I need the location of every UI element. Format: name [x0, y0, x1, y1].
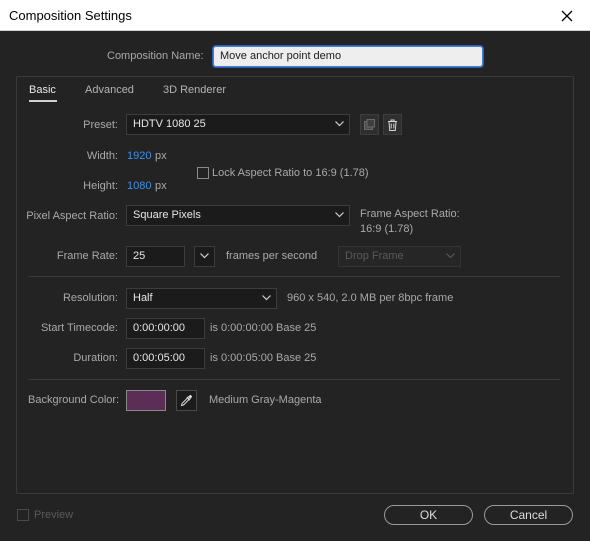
title-bar: Composition Settings — [0, 0, 590, 31]
duration-info: is 0:00:05:00 Base 25 — [210, 352, 317, 364]
preview-checkbox[interactable] — [17, 509, 29, 521]
duration-label: Duration: — [73, 352, 118, 364]
background-color-name: Medium Gray-Magenta — [209, 394, 322, 406]
preset-value: HDTV 1080 25 — [133, 118, 206, 130]
tab-advanced[interactable]: Advanced — [85, 84, 134, 96]
width-label: Width: — [86, 150, 118, 162]
pixel-aspect-value: Square Pixels — [133, 209, 201, 221]
chevron-down-icon — [200, 253, 209, 259]
height-value[interactable]: 1080 — [127, 180, 151, 192]
background-color-swatch[interactable] — [126, 390, 166, 411]
start-timecode-input[interactable]: 0:00:00:00 — [126, 318, 205, 339]
frame-aspect-value: 16:9 (1.78) — [360, 223, 414, 235]
resolution-dropdown[interactable]: Half — [126, 288, 277, 309]
chevron-down-icon — [262, 295, 271, 301]
frame-rate-unit: frames per second — [226, 250, 318, 262]
save-preset-icon — [364, 119, 375, 130]
window-title: Composition Settings — [9, 8, 132, 23]
background-color-label: Background Color: — [28, 394, 120, 406]
pixel-aspect-label: Pixel Aspect Ratio: — [26, 210, 118, 222]
section-divider — [28, 379, 560, 380]
trash-icon — [388, 119, 397, 131]
start-timecode-info: is 0:00:00:00 Base 25 — [210, 322, 317, 334]
start-timecode-label: Start Timecode: — [40, 322, 118, 334]
active-tab-indicator — [29, 100, 57, 102]
frame-rate-input[interactable]: 25 — [126, 246, 185, 267]
lock-aspect-label: Lock Aspect Ratio to 16:9 (1.78) — [212, 167, 369, 179]
chevron-down-icon — [335, 212, 344, 218]
section-divider — [28, 276, 560, 277]
duration-input[interactable]: 0:00:05:00 — [126, 348, 205, 369]
tab-basic[interactable]: Basic — [29, 84, 56, 96]
preset-dropdown[interactable]: HDTV 1080 25 — [126, 114, 350, 135]
height-unit: px — [155, 180, 167, 192]
frame-aspect-label: Frame Aspect Ratio: — [360, 208, 460, 220]
settings-panel — [16, 76, 574, 494]
composition-name-input[interactable]: Move anchor point demo — [213, 46, 483, 67]
frame-rate-dropdown[interactable] — [194, 246, 215, 267]
resolution-info: 960 x 540, 2.0 MB per 8bpc frame — [287, 292, 454, 304]
eyedropper-button[interactable] — [176, 390, 197, 411]
height-label: Height: — [83, 180, 118, 192]
ok-button[interactable]: OK — [384, 505, 473, 525]
close-button[interactable] — [544, 0, 590, 31]
pixel-aspect-dropdown[interactable]: Square Pixels — [126, 205, 350, 226]
composition-name-label: Composition Name: — [107, 50, 204, 62]
lock-aspect-checkbox[interactable] — [197, 167, 209, 179]
close-icon — [561, 10, 573, 21]
chevron-down-icon — [446, 253, 455, 259]
save-preset-button[interactable] — [360, 114, 379, 135]
preview-label: Preview — [34, 509, 74, 521]
drop-frame-dropdown: Drop Frame — [338, 246, 461, 267]
resolution-value: Half — [133, 292, 153, 304]
width-value[interactable]: 1920 — [127, 150, 151, 162]
delete-preset-button[interactable] — [383, 114, 402, 135]
resolution-label: Resolution: — [62, 292, 118, 304]
cancel-button[interactable]: Cancel — [484, 505, 573, 525]
drop-frame-value: Drop Frame — [345, 250, 404, 262]
eyedropper-icon — [180, 394, 193, 407]
tab-3d-renderer[interactable]: 3D Renderer — [163, 84, 226, 96]
width-unit: px — [155, 150, 167, 162]
frame-rate-label: Frame Rate: — [56, 250, 118, 262]
preset-label: Preset: — [83, 119, 118, 131]
chevron-down-icon — [335, 121, 344, 127]
